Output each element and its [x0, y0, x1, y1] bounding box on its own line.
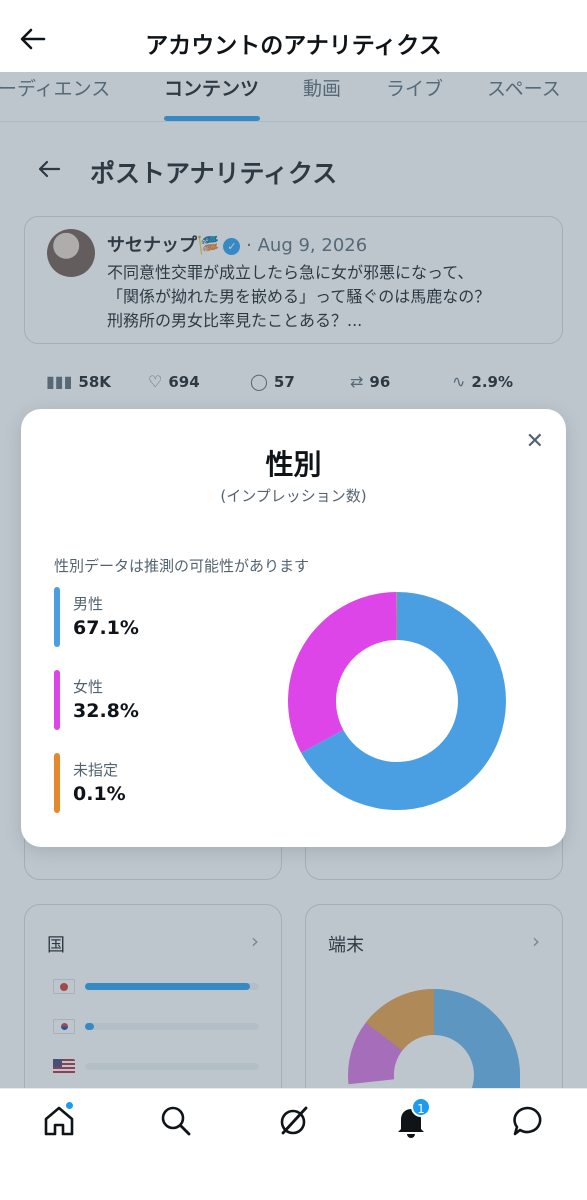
grok-button[interactable] — [276, 1103, 312, 1139]
donut-slice-2 — [288, 592, 397, 753]
legend-label: 男性 — [73, 595, 104, 613]
legend-label: 女性 — [73, 678, 104, 696]
legend-color-bar — [54, 670, 60, 730]
notifications-button[interactable]: 1 — [393, 1097, 431, 1139]
search-button[interactable] — [158, 1103, 194, 1139]
legend-value: 67.1% — [73, 617, 139, 639]
chat-bubble-icon — [513, 1106, 542, 1136]
legend-color-bar — [54, 587, 60, 647]
grok-icon — [280, 1106, 308, 1135]
legend-value: 32.8% — [73, 700, 139, 722]
legend-color-bar — [54, 753, 60, 813]
modal-note: 性別データは推測の可能性があります — [54, 557, 310, 575]
gender-donut-chart — [288, 592, 507, 810]
gender-modal: ✕ 性別 (インプレッション数) 性別データは推測の可能性があります 男性 67… — [21, 409, 566, 847]
bottom-navigation: 1 — [0, 1088, 587, 1200]
modal-subtitle: (インプレッション数) — [220, 487, 367, 505]
legend-item-female: 女性 32.8% — [54, 670, 234, 730]
messages-button[interactable] — [510, 1103, 546, 1139]
page-title: アカウントのアナリティクス — [145, 33, 442, 59]
app-header: アカウントのアナリティクス — [0, 0, 587, 72]
legend-value: 0.1% — [73, 783, 126, 805]
home-button[interactable] — [41, 1101, 77, 1139]
search-icon — [161, 1106, 191, 1136]
legend-item-unspecified: 未指定 0.1% — [54, 753, 234, 813]
modal-title: 性別 — [265, 448, 322, 481]
legend-item-male: 男性 67.1% — [54, 587, 234, 647]
legend-label: 未指定 — [73, 761, 119, 779]
notification-count-badge: 1 — [411, 1097, 431, 1117]
home-unread-dot — [65, 1101, 74, 1110]
